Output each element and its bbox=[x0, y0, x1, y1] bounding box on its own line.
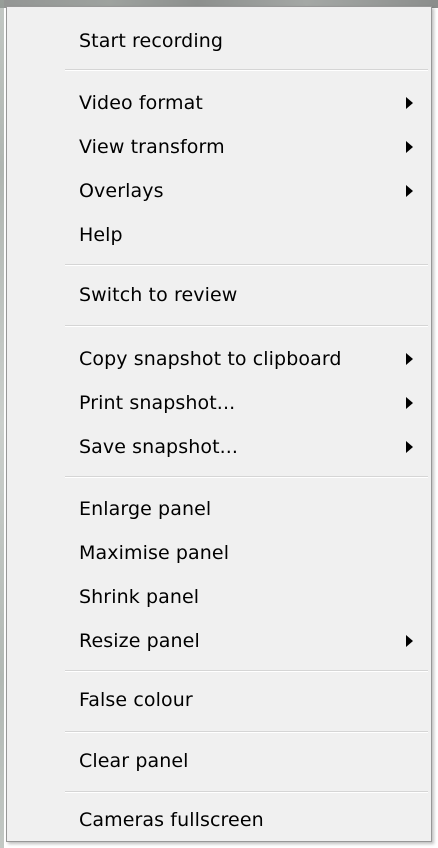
menu-item-label: Help bbox=[79, 224, 123, 246]
menu-item-help[interactable]: Help bbox=[7, 213, 431, 257]
menu-item-label: Video format bbox=[79, 92, 203, 114]
menu-item-label: Switch to review bbox=[79, 284, 238, 306]
menu-separator bbox=[65, 731, 428, 733]
menu-item-label: Print snapshot... bbox=[79, 392, 236, 414]
background-strip-left bbox=[0, 0, 4, 848]
menu-item-resize-panel[interactable]: Resize panel bbox=[7, 619, 431, 663]
menu-separator bbox=[65, 670, 428, 672]
menu-item-label: Enlarge panel bbox=[79, 498, 212, 520]
chevron-right-icon bbox=[406, 185, 413, 197]
menu-item-cameras-fullscreen[interactable]: Cameras fullscreen bbox=[7, 798, 431, 842]
menu-item-label: Start recording bbox=[79, 30, 224, 52]
menu-item-shrink-panel[interactable]: Shrink panel bbox=[7, 575, 431, 619]
chevron-right-icon bbox=[406, 141, 413, 153]
menu-item-start-recording[interactable]: Start recording bbox=[7, 19, 431, 63]
menu-item-label: Clear panel bbox=[79, 750, 189, 772]
menu-item-label: Shrink panel bbox=[79, 586, 200, 608]
menu-item-view-transform[interactable]: View transform bbox=[7, 125, 431, 169]
menu-separator bbox=[65, 476, 428, 478]
chevron-right-icon bbox=[406, 397, 413, 409]
chevron-right-icon bbox=[406, 441, 413, 453]
menu-item-false-colour[interactable]: False colour bbox=[7, 678, 431, 722]
menu-item-label: View transform bbox=[79, 136, 225, 158]
menu-separator bbox=[65, 69, 428, 71]
menu-item-print-snapshot[interactable]: Print snapshot... bbox=[7, 381, 431, 425]
menu-item-save-snapshot[interactable]: Save snapshot... bbox=[7, 425, 431, 469]
menu-separator bbox=[65, 791, 428, 793]
menu-item-label: Overlays bbox=[79, 180, 164, 202]
menu-separator bbox=[65, 264, 428, 266]
menu-item-video-format[interactable]: Video format bbox=[7, 81, 431, 125]
context-menu: Start recording Video format View transf… bbox=[6, 6, 432, 842]
menu-item-label: Maximise panel bbox=[79, 542, 230, 564]
menu-item-label: False colour bbox=[79, 689, 193, 711]
menu-item-overlays[interactable]: Overlays bbox=[7, 169, 431, 213]
menu-item-enlarge-panel[interactable]: Enlarge panel bbox=[7, 487, 431, 531]
menu-item-maximise-panel[interactable]: Maximise panel bbox=[7, 531, 431, 575]
menu-item-label: Save snapshot... bbox=[79, 436, 239, 458]
menu-item-label: Cameras fullscreen bbox=[79, 809, 264, 831]
menu-item-label: Resize panel bbox=[79, 630, 200, 652]
menu-item-clear-panel[interactable]: Clear panel bbox=[7, 739, 431, 783]
menu-separator bbox=[65, 325, 428, 327]
menu-item-copy-snapshot[interactable]: Copy snapshot to clipboard bbox=[7, 337, 431, 381]
chevron-right-icon bbox=[406, 353, 413, 365]
menu-item-label: Copy snapshot to clipboard bbox=[79, 348, 342, 370]
menu-item-switch-to-review[interactable]: Switch to review bbox=[7, 273, 431, 317]
chevron-right-icon bbox=[406, 635, 413, 647]
chevron-right-icon bbox=[406, 97, 413, 109]
